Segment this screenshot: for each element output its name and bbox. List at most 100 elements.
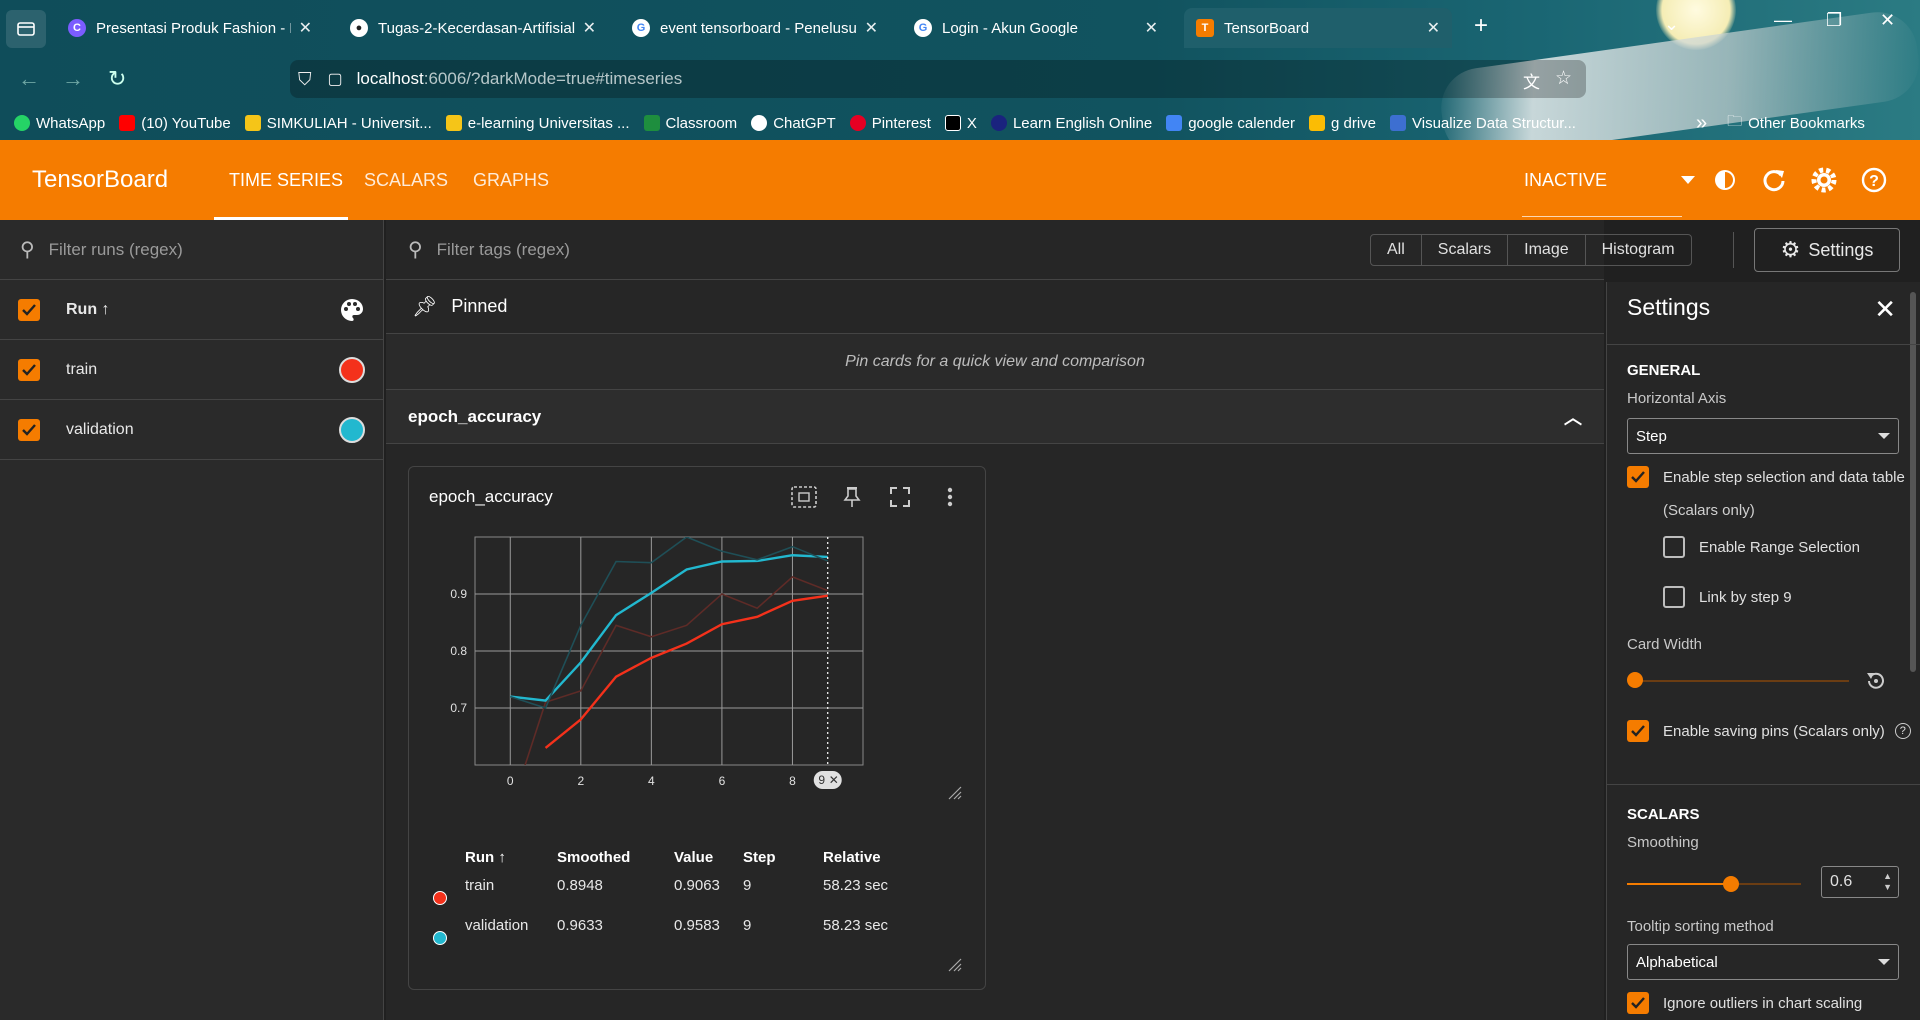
new-tab-icon[interactable]: + [1474,12,1488,40]
runs-filter[interactable]: ⚲ Filter runs (regex) [0,220,383,280]
dropdown-arrow-icon[interactable] [1672,164,1704,196]
browser-tab-3[interactable]: G event tensorboard - Penelusuran ✕ [620,8,890,48]
filter-scalars[interactable]: Scalars [1422,235,1509,265]
bookmark-label: SIMKULIAH - Universit... [266,114,432,132]
help-icon[interactable]: ? [1894,723,1911,739]
card-width-slider-knob[interactable] [1627,672,1643,688]
close-tab-icon[interactable]: ✕ [865,18,878,38]
run-color-swatch[interactable] [339,416,365,443]
run-row-validation[interactable]: validation [0,400,383,460]
bookmark-item[interactable]: WhatsApp [14,115,105,132]
ignore-outliers-checkbox[interactable] [1627,992,1649,1014]
pin-card-icon[interactable] [837,483,867,511]
bookmark-star-icon[interactable]: ☆ [1555,67,1572,90]
close-tab-icon[interactable]: ✕ [1427,18,1440,38]
help-icon[interactable]: ? [1858,164,1890,196]
column-run[interactable]: Run ↑ [465,849,506,866]
stepper-icon[interactable]: ▲ ▼ [1883,871,1892,893]
plugin-selector[interactable]: INACTIVE [1524,170,1607,191]
bookmark-item[interactable]: SIMKULIAH - Universit... [244,114,432,132]
bookmark-item[interactable]: g drive [1308,115,1376,132]
runs-column-header[interactable]: Run ↑ [66,301,110,319]
bookmark-item[interactable]: e-learning Universitas ... [445,115,630,132]
close-tab-icon[interactable]: ✕ [299,18,312,38]
bookmark-item[interactable]: X [944,115,977,132]
line-chart[interactable]: 0 2 4 6 8 0.7 0.8 0.9 9 ✕ [409,517,929,837]
step-selection-checkbox[interactable] [1627,466,1649,488]
close-window-icon[interactable]: ✕ [1880,10,1895,31]
tab-search-icon[interactable]: ⌄ [1664,14,1679,35]
browser-tab-1[interactable]: C Presentasi Produk Fashion - Pre ✕ [56,8,324,48]
smoothing-slider-knob[interactable] [1723,876,1740,892]
address-bar[interactable]: ⛉ ▢ localhost:6006/?darkMode=true#timese… [290,60,1586,98]
drive-icon [1308,115,1325,131]
bookmark-item[interactable]: (10) YouTube [119,115,231,132]
google-icon: G [914,19,932,37]
horizontal-axis-select[interactable]: Step [1627,418,1899,454]
filter-histogram[interactable]: Histogram [1586,235,1691,265]
select-all-checkbox[interactable] [18,298,40,321]
tags-filter-input[interactable]: Filter tags (regex) [437,240,570,260]
browser-tab-2[interactable]: ● Tugas-2-Kecerdasan-Artifisial- ✕ [338,8,608,48]
run-color-swatch[interactable] [339,356,365,383]
bookmark-item[interactable]: google calender [1166,115,1295,132]
more-bookmarks-icon[interactable]: » [1696,112,1707,135]
tab-time-series[interactable]: TIME SERIES [229,170,343,191]
more-vert-icon[interactable] [935,483,965,511]
run-checkbox[interactable] [18,418,40,441]
card-width-slider-track[interactable] [1635,680,1849,682]
gear-icon[interactable] [1808,164,1840,196]
saving-pins-checkbox[interactable] [1627,720,1649,742]
dark-mode-icon[interactable] [1709,164,1741,196]
settings-scrollbar[interactable] [1910,292,1916,672]
fullscreen-icon[interactable] [885,483,915,511]
x-tick-label: 0 [507,774,514,788]
fit-domain-icon[interactable] [789,483,819,511]
tooltip-sort-select[interactable]: Alphabetical [1627,944,1899,980]
cell-smoothed: 0.9633 [557,917,603,934]
close-tab-icon[interactable]: ✕ [1145,18,1158,38]
close-icon[interactable]: ✕ [1874,294,1896,325]
run-checkbox[interactable] [18,358,40,381]
smoothing-input[interactable]: 0.6 ▲ ▼ [1821,866,1899,898]
back-icon[interactable]: ← [18,66,40,92]
range-selection-toggle[interactable]: Enable Range Selection [1663,536,1860,558]
reload-icon[interactable] [1758,164,1790,196]
cell-run: train [465,877,495,894]
group-header[interactable]: epoch_accuracy ︿ [386,390,1604,444]
bookmark-item[interactable]: Learn English Online [990,115,1152,132]
palette-icon[interactable] [339,297,365,323]
collapse-chevron-icon[interactable]: ︿ [1564,404,1582,430]
tab-menu-button[interactable] [6,10,46,48]
bookmark-item[interactable]: ChatGPT [751,115,836,132]
tab-scalars[interactable]: SCALARS [364,170,448,191]
translate-icon[interactable]: 文 [1523,68,1540,93]
bookmark-item[interactable]: Visualize Data Structur... [1390,115,1576,132]
link-by-step-checkbox[interactable] [1663,586,1685,608]
reload-icon[interactable]: ↻ [108,66,126,92]
bookmark-item[interactable]: Pinterest [849,115,931,132]
bookmark-item[interactable]: Classroom [643,115,737,132]
step-selection-toggle[interactable]: Enable step selection and data table [1627,466,1905,488]
browser-tab-4[interactable]: G Login - Akun Google ✕ [902,8,1170,48]
run-row-train[interactable]: train [0,340,383,400]
browser-tab-active[interactable]: T TensorBoard ✕ [1184,8,1452,48]
close-tab-icon[interactable]: ✕ [583,18,596,38]
minimize-icon[interactable]: — [1774,10,1792,31]
reset-icon[interactable] [1863,668,1889,694]
ignore-outliers-toggle[interactable]: Ignore outliers in chart scaling [1627,992,1862,1014]
filter-image[interactable]: Image [1508,235,1586,265]
tab-graphs[interactable]: GRAPHS [473,170,549,191]
settings-button[interactable]: ⚙ Settings [1754,228,1900,272]
cell-value: 0.9063 [674,877,720,894]
link-by-step-toggle[interactable]: Link by step 9 [1663,586,1792,608]
other-bookmarks[interactable]: 🗀 Other Bookmarks [1727,111,1865,136]
resize-handle-icon[interactable] [947,785,963,801]
filter-all[interactable]: All [1371,235,1422,265]
forward-icon[interactable]: → [62,66,84,92]
toolbar-divider [1733,232,1734,268]
restore-icon[interactable]: ❐ [1826,10,1842,31]
saving-pins-toggle[interactable]: Enable saving pins (Scalars only) ? [1627,720,1911,742]
range-selection-checkbox[interactable] [1663,536,1685,558]
resize-handle-icon[interactable] [947,957,963,973]
